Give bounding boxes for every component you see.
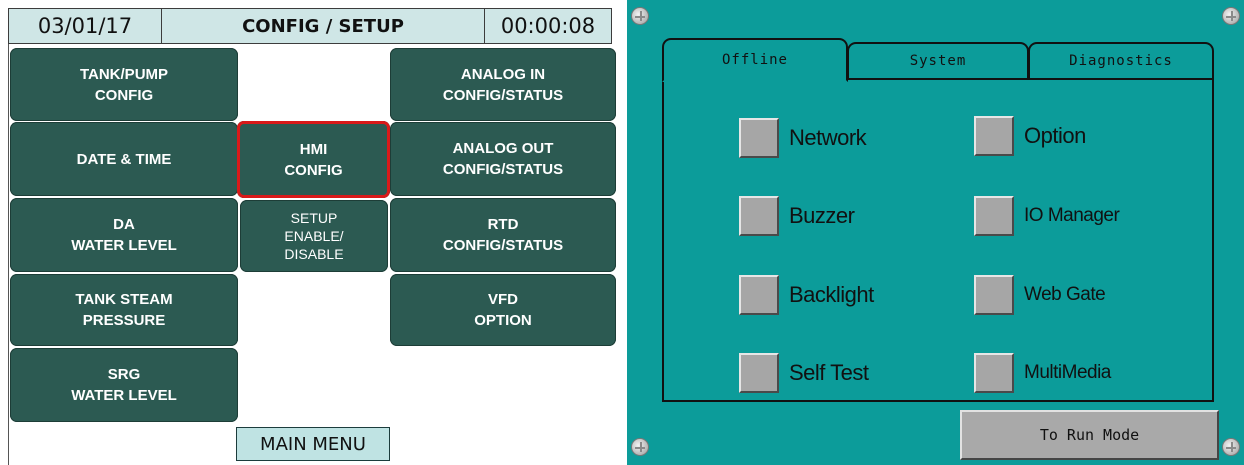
tile-label: VFD <box>488 291 518 308</box>
tab-system[interactable]: System <box>847 42 1029 78</box>
tile-label: PRESSURE <box>82 312 166 329</box>
option-label: IO Manager <box>1024 205 1120 226</box>
self-test-button-square[interactable] <box>739 353 779 393</box>
da-water-level-button[interactable]: DA WATER LEVEL <box>10 198 238 272</box>
tile-label: CONFIG/STATUS <box>442 161 564 178</box>
date-display: 03/01/17 <box>9 9 162 43</box>
screw-icon <box>1222 438 1240 456</box>
network-option[interactable]: Network <box>739 118 867 158</box>
tile-label: SETUP <box>290 210 338 226</box>
self-test-option[interactable]: Self Test <box>739 353 869 393</box>
tile-label: ANALOG OUT <box>452 140 554 157</box>
tile-label: CONFIG <box>94 86 154 104</box>
tile-label: OPTION <box>474 312 532 329</box>
tile-label: ANALOG IN <box>460 65 546 83</box>
config-setup-screen: 03/01/17 CONFIG / SETUP 00:00:08 TANK/PU… <box>0 0 622 465</box>
screw-icon <box>631 7 649 25</box>
buzzer-option[interactable]: Buzzer <box>739 196 855 236</box>
page-title: CONFIG / SETUP <box>162 9 485 43</box>
tile-label: CONFIG <box>284 161 343 179</box>
io-manager-button-square[interactable] <box>974 196 1014 236</box>
option-label: MultiMedia <box>1024 362 1111 383</box>
io-manager-option[interactable]: IO Manager <box>974 196 1120 236</box>
tab-offline[interactable]: Offline <box>662 38 848 82</box>
tile-label: CONFIG/STATUS <box>442 86 564 104</box>
tile-label: DATE & TIME <box>76 150 172 168</box>
date-time-button[interactable]: DATE & TIME <box>10 122 238 196</box>
main-menu-button[interactable]: MAIN MENU <box>236 427 390 461</box>
web-gate-option[interactable]: Web Gate <box>974 275 1106 315</box>
tank-steam-pressure-button[interactable]: TANK STEAM PRESSURE <box>10 274 238 346</box>
tile-label: SRG <box>107 366 141 383</box>
tile-label: ENABLE/ <box>284 228 344 244</box>
option-label: Web Gate <box>1024 284 1106 305</box>
hmi-config-button[interactable]: HMI CONFIG <box>237 121 390 198</box>
option-label: Self Test <box>789 360 869 385</box>
time-display: 00:00:08 <box>500 14 596 38</box>
tank-pump-config-button[interactable]: TANK/PUMP CONFIG <box>10 48 238 121</box>
screw-icon <box>1222 7 1240 25</box>
tile-label: RTD <box>487 216 519 233</box>
rtd-config-button[interactable]: RTD CONFIG/STATUS <box>390 198 616 272</box>
tile-label: WATER LEVEL <box>71 237 177 254</box>
srg-water-level-button[interactable]: SRG WATER LEVEL <box>10 348 238 422</box>
tile-label: TANK STEAM <box>75 291 173 308</box>
hmi-offline-config-screen: Offline System Diagnostics Network Buzze… <box>627 0 1244 465</box>
tab-diagnostics[interactable]: Diagnostics <box>1028 42 1214 78</box>
setup-enable-disable-button[interactable]: SETUP ENABLE/ DISABLE <box>240 200 388 272</box>
vfd-option-button[interactable]: VFD OPTION <box>390 274 616 346</box>
option-label: Backlight <box>789 282 874 307</box>
tile-label: HMI <box>299 140 328 158</box>
status-header: 03/01/17 CONFIG / SETUP 00:00:08 <box>8 8 612 44</box>
option-option[interactable]: Option <box>974 116 1086 156</box>
screw-icon <box>631 438 649 456</box>
tile-label: WATER LEVEL <box>71 387 177 404</box>
backlight-option[interactable]: Backlight <box>739 275 874 315</box>
option-label: Network <box>789 125 867 150</box>
multimedia-button-square[interactable] <box>974 353 1014 393</box>
analog-out-config-button[interactable]: ANALOG OUT CONFIG/STATUS <box>390 122 616 196</box>
frame-divider <box>8 44 9 465</box>
tile-label: DISABLE <box>284 246 344 262</box>
tile-label: CONFIG/STATUS <box>442 237 564 254</box>
to-run-mode-button[interactable]: To Run Mode <box>960 410 1219 460</box>
multimedia-option[interactable]: MultiMedia <box>974 353 1111 393</box>
option-label: Option <box>1024 123 1086 148</box>
tile-label: DA <box>113 216 135 233</box>
backlight-button-square[interactable] <box>739 275 779 315</box>
web-gate-button-square[interactable] <box>974 275 1014 315</box>
tile-label: TANK/PUMP <box>79 65 169 83</box>
option-label: Buzzer <box>789 203 855 228</box>
option-button-square[interactable] <box>974 116 1014 156</box>
buzzer-button-square[interactable] <box>739 196 779 236</box>
network-button-square[interactable] <box>739 118 779 158</box>
analog-in-config-button[interactable]: ANALOG IN CONFIG/STATUS <box>390 48 616 121</box>
